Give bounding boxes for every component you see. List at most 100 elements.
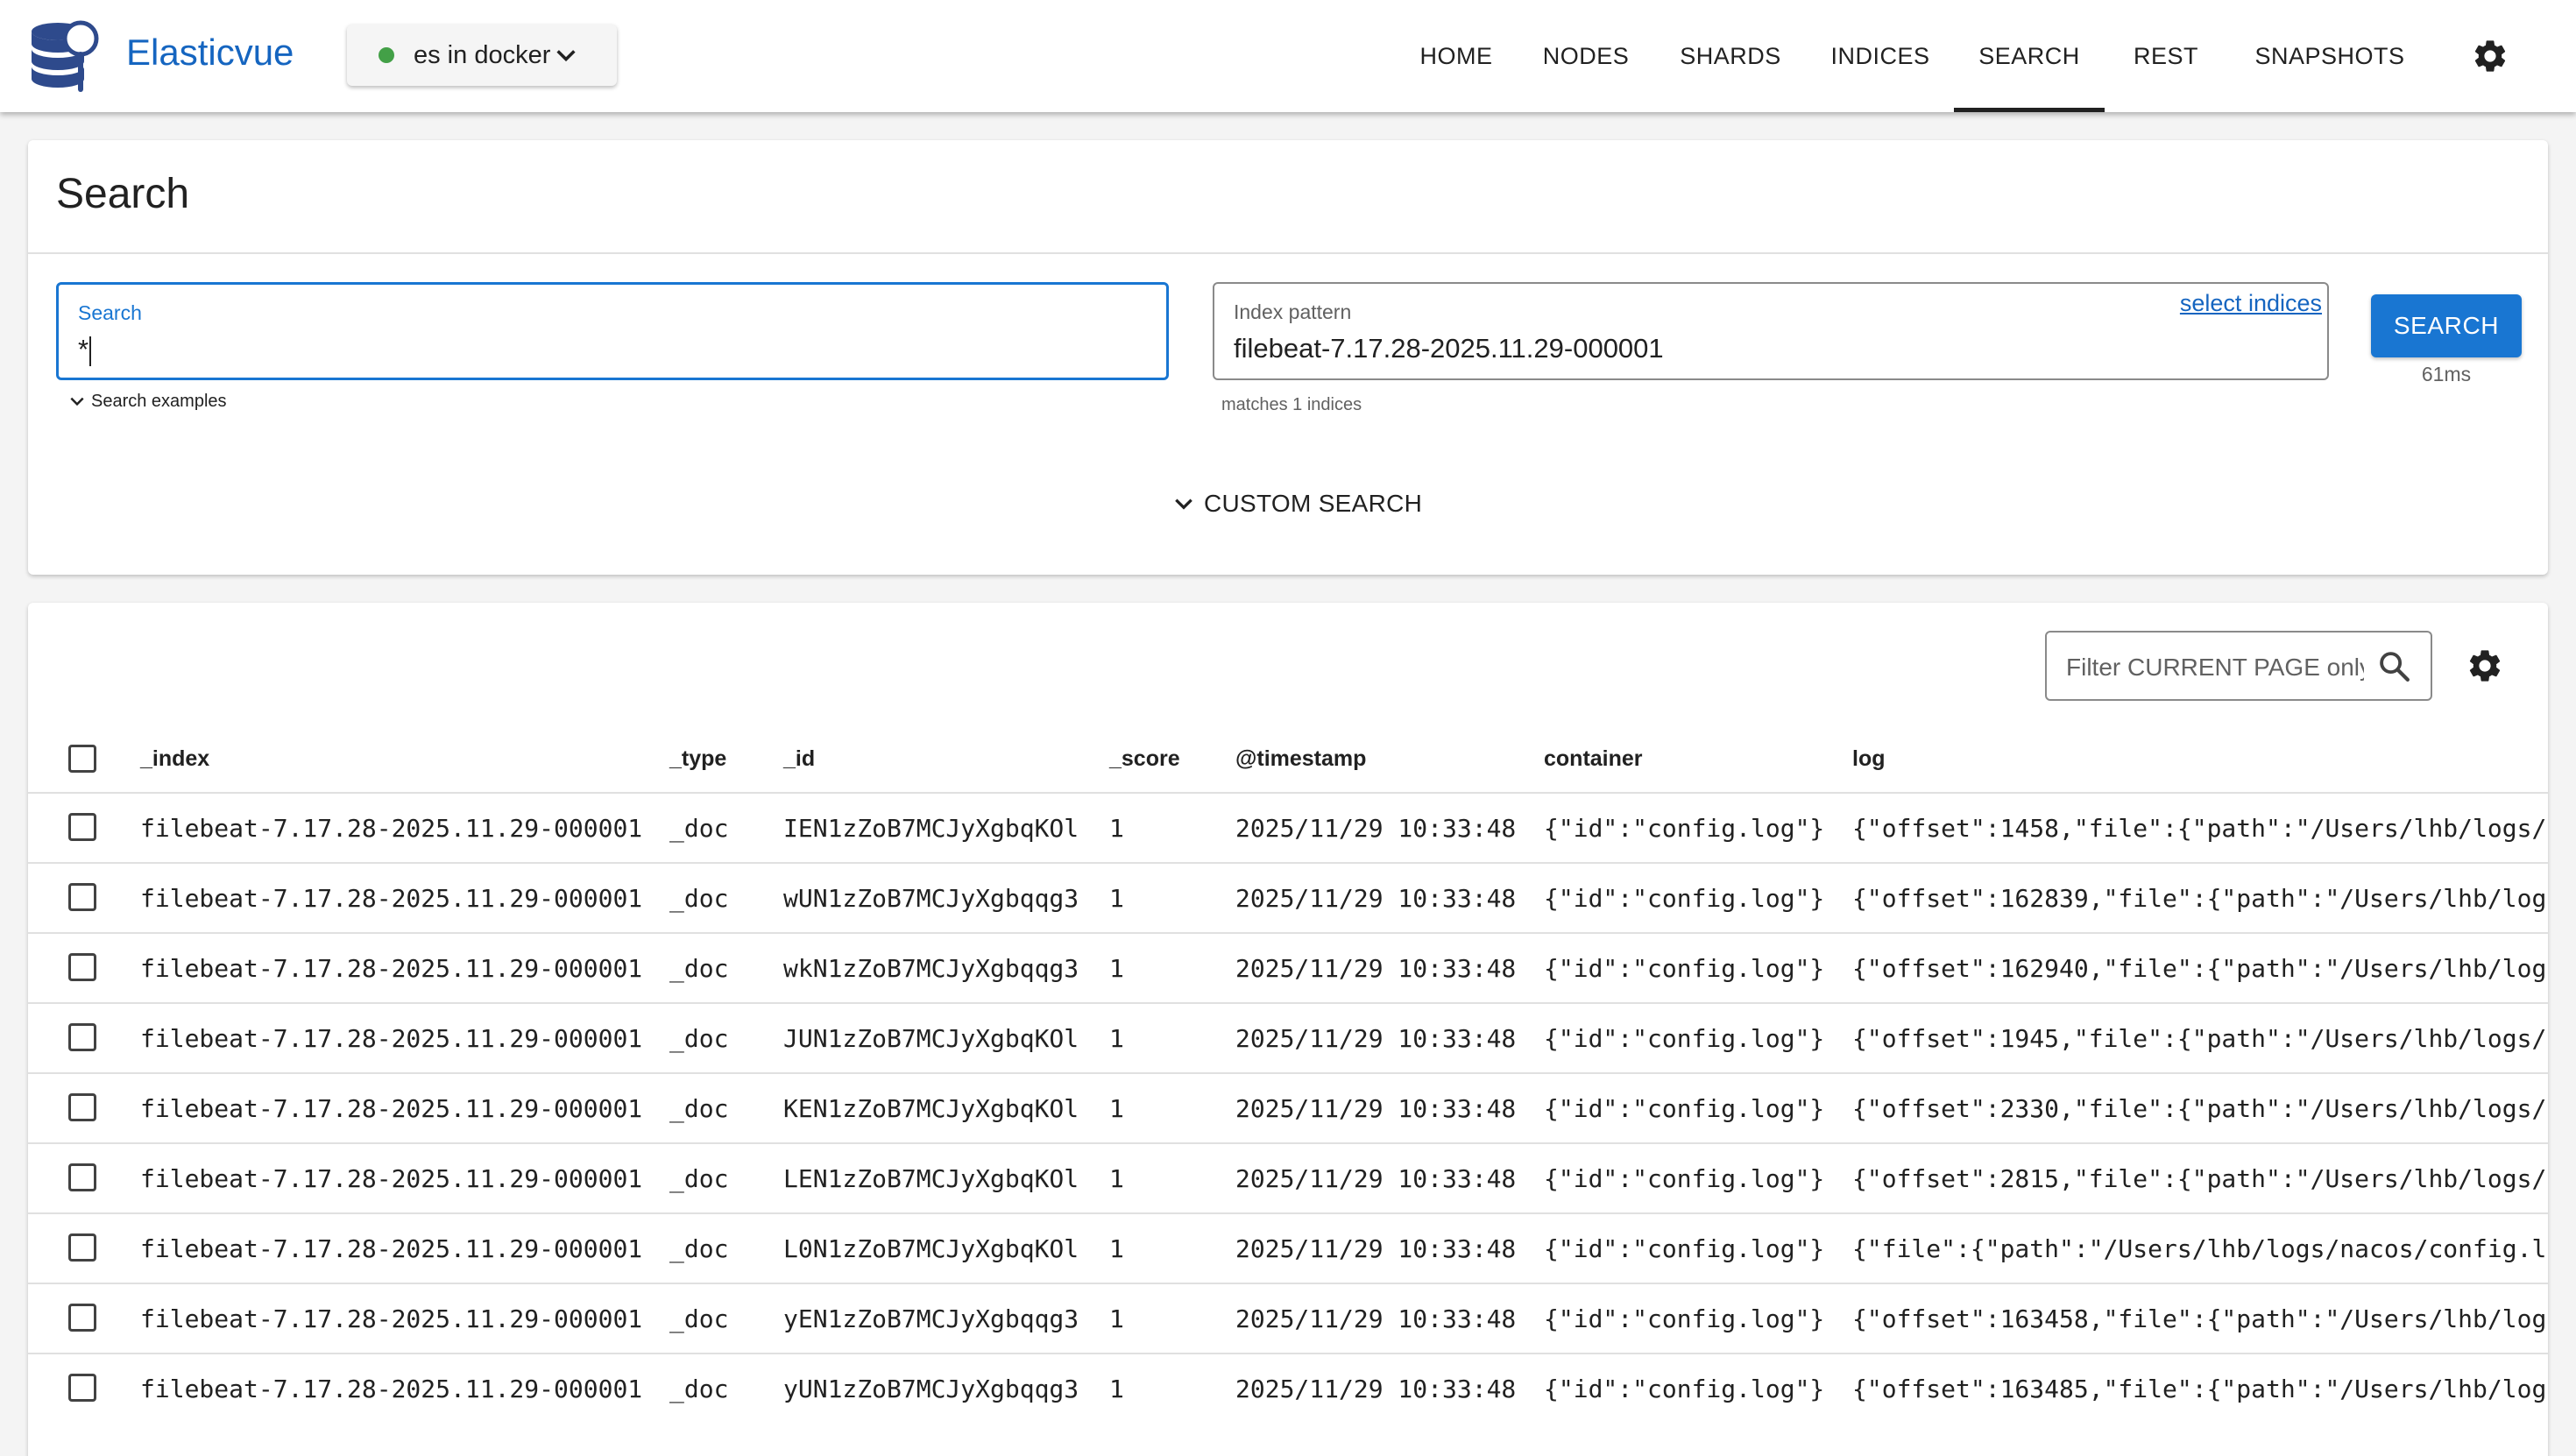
row-checkbox[interactable] bbox=[68, 1093, 96, 1121]
cell-timestamp: 2025/11/29 10:33:48 bbox=[1235, 814, 1517, 843]
table-row[interactable]: filebeat-7.17.28-2025.11.29-000001 _doc wk… bbox=[28, 932, 2548, 1002]
cell-index: filebeat-7.17.28-2025.11.29-000001 bbox=[140, 954, 643, 983]
nav-search[interactable]: SEARCH bbox=[1954, 0, 2105, 112]
row-checkbox[interactable] bbox=[68, 953, 96, 981]
cell-type: _doc bbox=[669, 1164, 729, 1193]
search-examples-label: Search examples bbox=[91, 392, 227, 411]
cell-score: 1 bbox=[1109, 884, 1124, 913]
nav-snapshots[interactable]: SNAPSHOTS bbox=[2248, 0, 2411, 112]
cell-container: {"id":"config.log"} bbox=[1544, 1164, 1825, 1193]
chevron-down-icon bbox=[556, 50, 576, 62]
row-checkbox[interactable] bbox=[68, 883, 96, 911]
cell-index: filebeat-7.17.28-2025.11.29-000001 bbox=[140, 1094, 643, 1123]
cell-index: filebeat-7.17.28-2025.11.29-000001 bbox=[140, 884, 643, 913]
custom-search-toggle[interactable]: CUSTOM SEARCH bbox=[1172, 489, 1422, 519]
cell-score: 1 bbox=[1109, 1304, 1124, 1333]
cell-log: {"offset":162839,"file":{"path":"/Users/… bbox=[1852, 884, 2547, 913]
cell-index: filebeat-7.17.28-2025.11.29-000001 bbox=[140, 1304, 643, 1333]
cell-timestamp: 2025/11/29 10:33:48 bbox=[1235, 884, 1517, 913]
cell-score: 1 bbox=[1109, 1234, 1124, 1263]
table-row[interactable]: filebeat-7.17.28-2025.11.29-000001 _doc wU… bbox=[28, 862, 2548, 932]
column-header-container[interactable]: container bbox=[1544, 745, 1643, 773]
cell-type: _doc bbox=[669, 1024, 729, 1053]
table-row[interactable]: filebeat-7.17.28-2025.11.29-000001 _doc JU… bbox=[28, 1002, 2548, 1072]
row-checkbox[interactable] bbox=[68, 1233, 96, 1262]
search-timing: 61ms bbox=[2421, 363, 2472, 385]
row-checkbox[interactable] bbox=[68, 1304, 96, 1332]
table-row[interactable]: filebeat-7.17.28-2025.11.29-000001 _doc IE… bbox=[28, 792, 2548, 862]
search-icon[interactable] bbox=[2376, 648, 2413, 685]
cell-log: {"offset":1945,"file":{"path":"/Users/lh… bbox=[1852, 1024, 2547, 1053]
column-header-index[interactable]: _index bbox=[140, 745, 209, 773]
cell-index: filebeat-7.17.28-2025.11.29-000001 bbox=[140, 1234, 643, 1263]
cell-type: _doc bbox=[669, 954, 729, 983]
cell-timestamp: 2025/11/29 10:33:48 bbox=[1235, 1094, 1517, 1123]
cell-score: 1 bbox=[1109, 1094, 1124, 1123]
row-checkbox[interactable] bbox=[68, 813, 96, 841]
select-indices-link[interactable]: select indices bbox=[2180, 287, 2322, 319]
index-pattern-field[interactable]: Index pattern filebeat-7.17.28-2025.11.2… bbox=[1213, 282, 2329, 380]
page-title: Search bbox=[56, 171, 190, 217]
brand-name[interactable]: Elasticvue bbox=[126, 26, 294, 79]
cell-score: 1 bbox=[1109, 954, 1124, 983]
cluster-selector-button[interactable]: es in docker bbox=[347, 25, 617, 86]
nav-indices[interactable]: INDICES bbox=[1826, 0, 1935, 112]
search-query-field[interactable]: Search * bbox=[56, 282, 1169, 380]
column-header-score[interactable]: _score bbox=[1109, 745, 1180, 773]
cell-log: {"offset":2815,"file":{"path":"/Users/lh… bbox=[1852, 1164, 2547, 1193]
filter-field[interactable] bbox=[2045, 631, 2432, 701]
settings-gear-icon[interactable] bbox=[2471, 37, 2509, 75]
results-card: _index _type _id _score @timestamp conta… bbox=[28, 603, 2548, 1456]
filter-input[interactable] bbox=[2066, 650, 2364, 685]
search-field-label: Search bbox=[78, 301, 142, 324]
cell-type: _doc bbox=[669, 814, 729, 843]
chevron-down-icon bbox=[70, 397, 84, 406]
search-examples-toggle[interactable]: Search examples bbox=[68, 391, 227, 412]
cell-container: {"id":"config.log"} bbox=[1544, 1234, 1825, 1263]
nav-home[interactable]: HOME bbox=[1409, 0, 1504, 112]
nav-nodes[interactable]: NODES bbox=[1537, 0, 1635, 112]
search-query-input[interactable]: * bbox=[78, 332, 92, 367]
cell-container: {"id":"config.log"} bbox=[1544, 1375, 1825, 1403]
cell-container: {"id":"config.log"} bbox=[1544, 954, 1825, 983]
index-pattern-label: Index pattern bbox=[1234, 300, 1352, 323]
chevron-down-icon bbox=[1175, 498, 1192, 510]
cluster-name: es in docker bbox=[414, 41, 551, 69]
nav-shards[interactable]: SHARDS bbox=[1674, 0, 1787, 112]
app-logo-icon[interactable] bbox=[25, 18, 105, 93]
column-header-timestamp[interactable]: @timestamp bbox=[1235, 745, 1366, 773]
cell-type: _doc bbox=[669, 1375, 729, 1403]
nav-rest[interactable]: REST bbox=[2127, 0, 2204, 112]
cell-log: {"offset":1458,"file":{"path":"/Users/lh… bbox=[1852, 814, 2547, 843]
cell-id: yEN1zZoB7MCJyXgbqqg3 bbox=[783, 1304, 1079, 1333]
cell-log: {"offset":2330,"file":{"path":"/Users/lh… bbox=[1852, 1094, 2547, 1123]
search-button[interactable]: SEARCH bbox=[2371, 294, 2522, 357]
cell-index: filebeat-7.17.28-2025.11.29-000001 bbox=[140, 1024, 643, 1053]
cell-type: _doc bbox=[669, 1304, 729, 1333]
row-checkbox[interactable] bbox=[68, 1023, 96, 1051]
cell-id: IEN1zZoB7MCJyXgbqKOl bbox=[783, 814, 1079, 843]
table-row[interactable]: filebeat-7.17.28-2025.11.29-000001 _doc KE… bbox=[28, 1072, 2548, 1142]
divider bbox=[28, 252, 2548, 254]
cell-container: {"id":"config.log"} bbox=[1544, 884, 1825, 913]
cell-score: 1 bbox=[1109, 1024, 1124, 1053]
cell-id: JUN1zZoB7MCJyXgbqKOl bbox=[783, 1024, 1079, 1053]
cell-log: {"offset":162940,"file":{"path":"/Users/… bbox=[1852, 954, 2547, 983]
app-header: Elasticvue es in docker HOME NODES SHARD… bbox=[0, 0, 2576, 112]
table-settings-gear-icon[interactable] bbox=[2466, 647, 2504, 685]
row-checkbox[interactable] bbox=[68, 1163, 96, 1191]
column-header-log[interactable]: log bbox=[1852, 745, 1886, 773]
table-row[interactable]: filebeat-7.17.28-2025.11.29-000001 _doc yE… bbox=[28, 1283, 2548, 1353]
cell-container: {"id":"config.log"} bbox=[1544, 1094, 1825, 1123]
table-row[interactable]: filebeat-7.17.28-2025.11.29-000001 _doc L0… bbox=[28, 1212, 2548, 1283]
select-all-checkbox[interactable] bbox=[68, 745, 96, 773]
cell-timestamp: 2025/11/29 10:33:48 bbox=[1235, 1375, 1517, 1403]
table-row[interactable]: filebeat-7.17.28-2025.11.29-000001 _doc yU… bbox=[28, 1353, 2548, 1423]
custom-search-label: CUSTOM SEARCH bbox=[1204, 490, 1423, 517]
column-header-id[interactable]: _id bbox=[783, 745, 815, 773]
index-pattern-input[interactable]: filebeat-7.17.28-2025.11.29-000001 bbox=[1234, 331, 1664, 366]
column-header-type[interactable]: _type bbox=[669, 745, 726, 773]
cell-container: {"id":"config.log"} bbox=[1544, 814, 1825, 843]
table-row[interactable]: filebeat-7.17.28-2025.11.29-000001 _doc LE… bbox=[28, 1142, 2548, 1212]
row-checkbox[interactable] bbox=[68, 1374, 96, 1402]
